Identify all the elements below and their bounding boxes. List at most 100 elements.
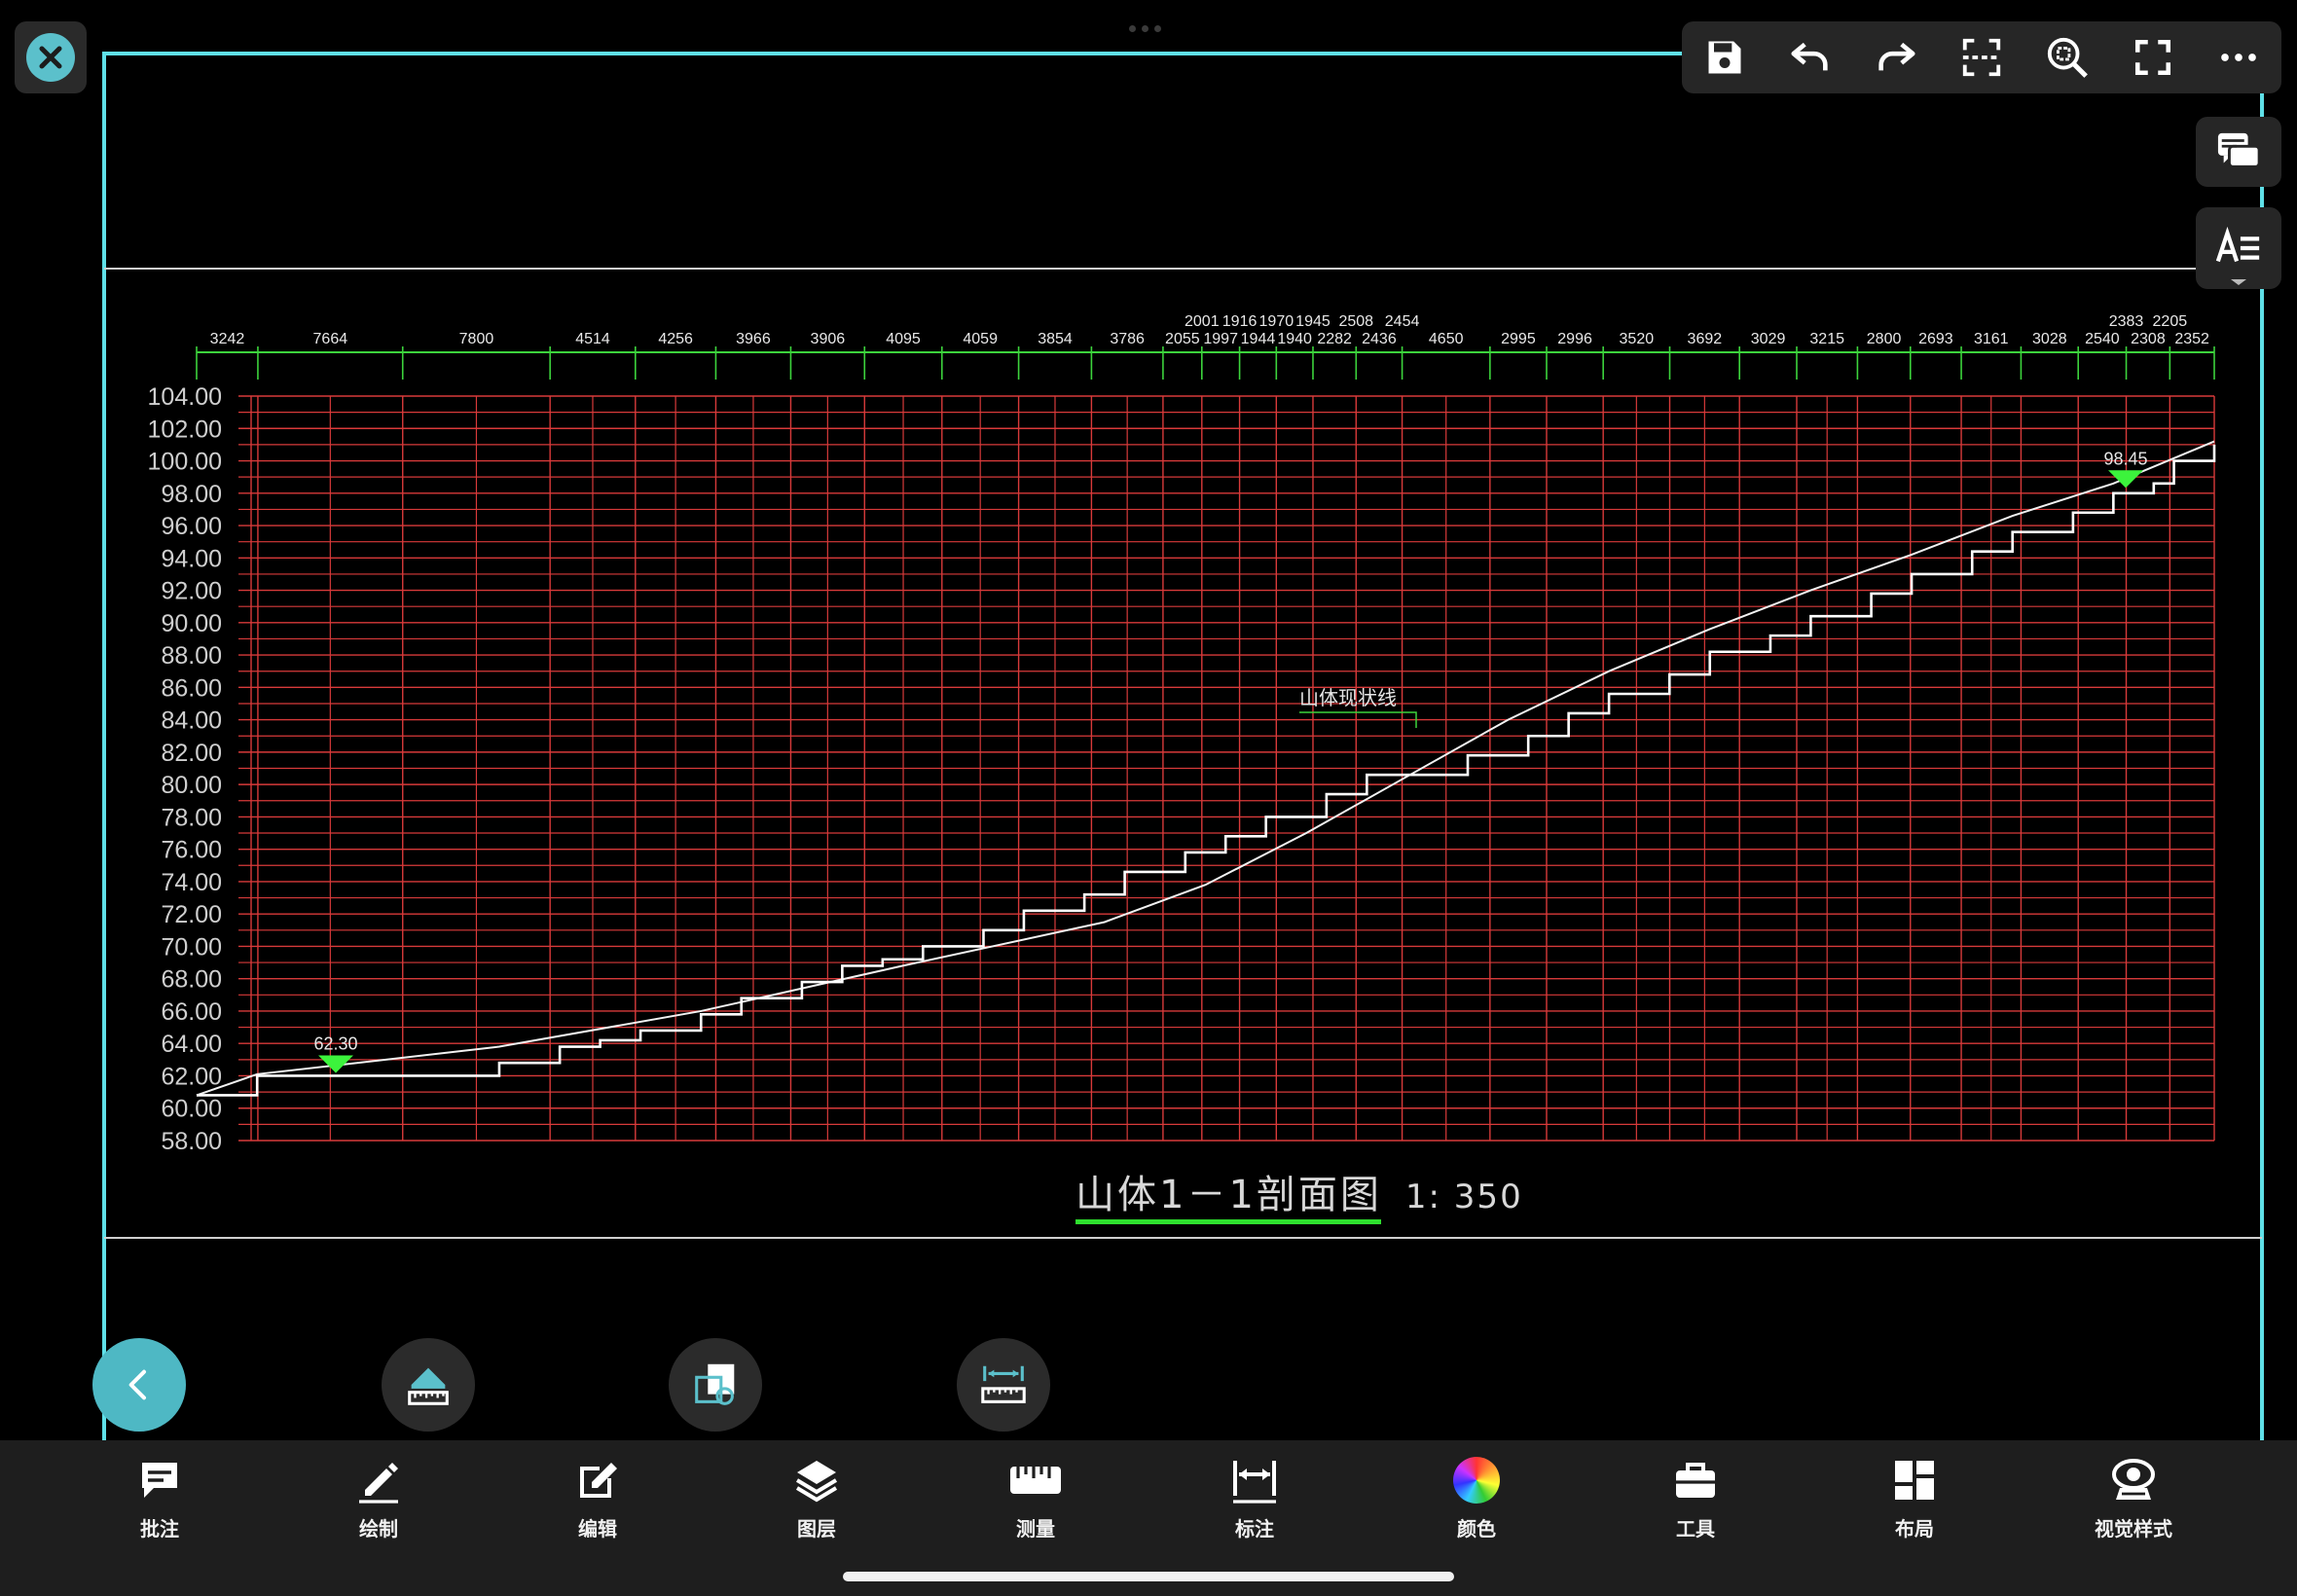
elevation-marker-right-triangle [2108, 470, 2143, 489]
dimension-label: 3242 [210, 331, 245, 347]
scan-icon [1962, 38, 2001, 77]
undo-icon [1791, 42, 1828, 71]
dimension-label: 4059 [963, 331, 998, 347]
dimension-label: 2352 [2174, 331, 2209, 347]
y-tick-label: 98.00 [161, 481, 222, 508]
tab-edit[interactable]: 编辑 [525, 1455, 671, 1542]
tab-color[interactable]: 颜色 [1404, 1455, 1550, 1542]
dimension-label-upper: 1945 [1295, 313, 1331, 330]
dimension-label-upper: 1916 [1222, 313, 1258, 330]
dimension-label: 2995 [1501, 331, 1536, 347]
y-tick-label: 66.00 [161, 998, 222, 1026]
dimension-label: 3854 [1038, 331, 1073, 347]
zoom-extents-button[interactable] [2036, 26, 2098, 89]
measure-region-icon [695, 1363, 735, 1405]
dimension-label: 3520 [1620, 331, 1655, 347]
y-tick-label: 102.00 [148, 416, 222, 443]
y-tick-label: 76.00 [161, 837, 222, 864]
top-toolbar [1682, 21, 2281, 93]
dimension-label: 3161 [1974, 331, 2009, 347]
redo-button[interactable] [1865, 26, 1927, 89]
y-tick-label: 60.00 [161, 1096, 222, 1123]
annotation-leader [1299, 711, 1417, 728]
dimension-label-upper: 2205 [2153, 313, 2188, 330]
drawing-frame-left [102, 52, 106, 1440]
save-icon [1708, 41, 1741, 74]
measure-area-button[interactable] [382, 1338, 475, 1432]
tab-tools[interactable]: 工具 [1622, 1455, 1768, 1542]
measure-distance-icon [981, 1365, 1026, 1403]
dimension-icon [1233, 1461, 1276, 1504]
save-button[interactable] [1694, 26, 1756, 89]
y-tick-label: 96.00 [161, 513, 222, 540]
comment-list-button[interactable] [2196, 117, 2281, 187]
y-tick-label: 64.00 [161, 1031, 222, 1058]
y-tick-label: 100.00 [148, 449, 222, 476]
close-button[interactable] [26, 33, 75, 82]
tab-tools-label: 工具 [1676, 1517, 1715, 1541]
dimension-label-upper: 1970 [1259, 313, 1294, 330]
measure-distance-button[interactable] [957, 1338, 1050, 1432]
y-tick-label: 78.00 [161, 804, 222, 831]
layout-icon [1895, 1461, 1934, 1500]
dimension-label-upper: 2508 [1338, 313, 1373, 330]
dimension-label: 3029 [1751, 331, 1786, 347]
fullscreen-button[interactable] [2122, 26, 2184, 89]
comment-list-icon [2217, 132, 2261, 168]
drawing-divider-top [104, 268, 2262, 270]
tab-dimension[interactable]: 标注 [1182, 1455, 1328, 1542]
close-icon [39, 46, 62, 69]
edit-icon [580, 1463, 617, 1498]
visual-style-icon [2112, 1459, 2155, 1500]
tab-layout-label: 布局 [1895, 1517, 1934, 1541]
tab-color-label: 颜色 [1457, 1517, 1496, 1541]
chevron-down-icon [2231, 279, 2246, 285]
dimension-label-upper: 2454 [1385, 313, 1420, 330]
tab-annotation[interactable]: 批注 [87, 1455, 233, 1542]
tab-visual-style[interactable]: 视觉样式 [2060, 1455, 2206, 1542]
more-button[interactable] [2207, 26, 2270, 89]
dimension-label: 2436 [1362, 331, 1397, 347]
window-grabber[interactable] [1129, 19, 1172, 32]
dimension-label: 4514 [575, 331, 610, 347]
tab-measure[interactable]: 测量 [963, 1455, 1109, 1542]
dimension-label: 1997 [1203, 331, 1238, 347]
y-tick-label: 94.00 [161, 545, 222, 572]
stepped-terrace-line [197, 444, 2216, 1097]
y-tick-label: 80.00 [161, 772, 222, 799]
y-tick-label: 58.00 [161, 1128, 222, 1155]
elevation-marker-left-triangle [318, 1055, 353, 1073]
tab-draw[interactable]: 绘制 [306, 1455, 452, 1542]
dimension-label: 3028 [2032, 331, 2067, 347]
text-style-icon [2215, 226, 2260, 263]
y-tick-label: 68.00 [161, 966, 222, 994]
y-tick-label: 70.00 [161, 933, 222, 961]
annotation-icon [142, 1463, 177, 1498]
dimension-label: 3906 [811, 331, 846, 347]
home-indicator [843, 1572, 1454, 1581]
dimension-label: 2308 [2131, 331, 2166, 347]
dimension-label: 4256 [658, 331, 693, 347]
scan-button[interactable] [1951, 26, 2013, 89]
tab-layers[interactable]: 图层 [744, 1455, 890, 1542]
back-button[interactable] [92, 1338, 186, 1432]
text-style-button[interactable] [2196, 207, 2281, 289]
tab-visual-style-label: 视觉样式 [2095, 1517, 2172, 1541]
y-tick-label: 82.00 [161, 740, 222, 767]
drawing-scale: 1: 350 [1404, 1178, 1523, 1216]
dimension-label: 3786 [1110, 331, 1145, 347]
undo-button[interactable] [1779, 26, 1841, 89]
zoom-extents-icon [2047, 37, 2088, 78]
dimension-label: 2540 [2085, 331, 2120, 347]
y-tick-label: 88.00 [161, 642, 222, 670]
y-tick-label: 104.00 [148, 383, 222, 411]
dimension-label: 2996 [1557, 331, 1592, 347]
measure-region-button[interactable] [669, 1338, 762, 1432]
drawing-divider-bottom [104, 1237, 2262, 1239]
dimension-label-upper: 2001 [1185, 313, 1220, 330]
drawing-title-group: 山体1－1剖面图 1: 350 [1076, 1163, 1523, 1221]
tab-layout[interactable]: 布局 [1841, 1455, 1987, 1542]
tab-dimension-label: 标注 [1235, 1517, 1274, 1541]
dimension-label: 1944 [1241, 331, 1276, 347]
y-tick-label: 84.00 [161, 707, 222, 735]
